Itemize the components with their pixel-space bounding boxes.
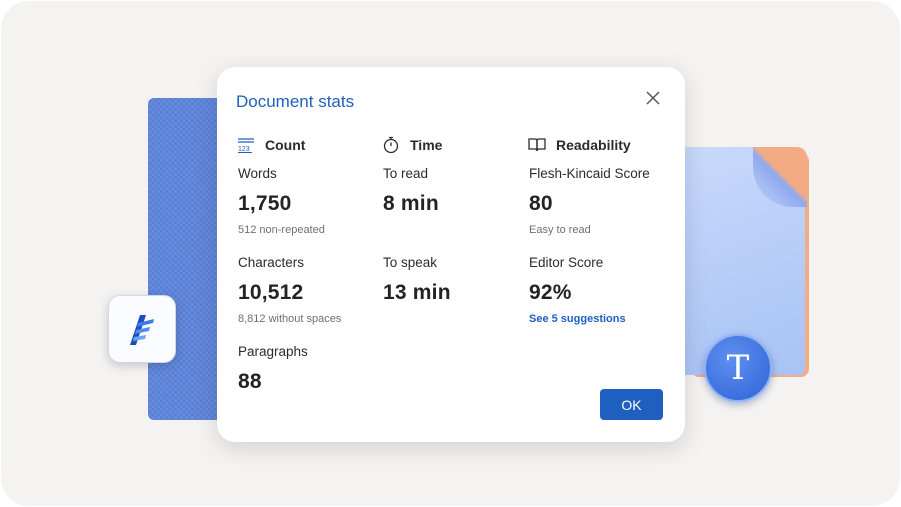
- svg-text:123: 123: [238, 146, 250, 153]
- stat-editor-score: Editor Score 92% See 5 suggestions: [529, 255, 626, 325]
- stat-flesch-kincaid: Flesh-Kincaid Score 80 Easy to read: [529, 166, 650, 236]
- stat-label: To speak: [383, 255, 438, 270]
- stat-paragraphs: Paragraphs 88: [238, 344, 308, 394]
- stat-value: 10,512: [238, 281, 304, 304]
- document-stats-dialog: Document stats 123 Count Words 1,750 512…: [217, 67, 685, 442]
- stat-sub: 512 non-repeated: [238, 224, 325, 236]
- stat-to-read: To read 8 min: [383, 166, 439, 216]
- stat-label: Flesh-Kincaid Score: [529, 166, 650, 181]
- stat-sub: 8,812 without spaces: [238, 313, 342, 325]
- time-column: Time To read 8 min To speak 13 min: [381, 135, 521, 335]
- stat-value: 13 min: [383, 281, 451, 304]
- count-heading-label: Count: [265, 137, 306, 153]
- time-heading-label: Time: [410, 137, 443, 153]
- t-glyph: T: [726, 348, 750, 388]
- stat-characters: Characters 10,512 8,812 without spaces: [238, 255, 341, 325]
- stopwatch-icon: [381, 135, 401, 155]
- stat-label: Editor Score: [529, 255, 604, 270]
- book-icon: [527, 135, 547, 155]
- stat-value: 80: [529, 192, 553, 215]
- readability-heading-label: Readability: [556, 137, 631, 153]
- readability-column: Readability Flesh-Kincaid Score 80 Easy …: [527, 135, 677, 335]
- editor-pen-icon: [130, 315, 154, 345]
- see-suggestions-link[interactable]: See 5 suggestions: [529, 313, 626, 325]
- close-button[interactable]: [641, 86, 665, 110]
- stat-value: 92%: [529, 281, 572, 304]
- stat-value: 8 min: [383, 192, 439, 215]
- ok-button[interactable]: OK: [600, 389, 663, 420]
- numbers-icon: 123: [236, 135, 256, 155]
- count-column: 123 Count Words 1,750 512 non-repeated C…: [236, 135, 376, 415]
- readability-heading: Readability: [527, 135, 677, 155]
- stat-value: 88: [238, 370, 262, 393]
- stat-label: Characters: [238, 255, 305, 270]
- count-heading: 123 Count: [236, 135, 376, 155]
- close-icon: [646, 91, 660, 105]
- time-heading: Time: [381, 135, 521, 155]
- stat-to-speak: To speak 13 min: [383, 255, 451, 305]
- stat-label: To read: [383, 166, 429, 181]
- stat-words: Words 1,750 512 non-repeated: [238, 166, 325, 236]
- stat-label: Paragraphs: [238, 344, 308, 359]
- text-t-icon: T: [704, 334, 772, 402]
- editor-app-icon: [108, 295, 176, 363]
- stat-value: 1,750: [238, 192, 292, 215]
- stat-label: Words: [238, 166, 277, 181]
- stat-sub: Easy to read: [529, 224, 591, 236]
- dialog-title: Document stats: [236, 92, 355, 111]
